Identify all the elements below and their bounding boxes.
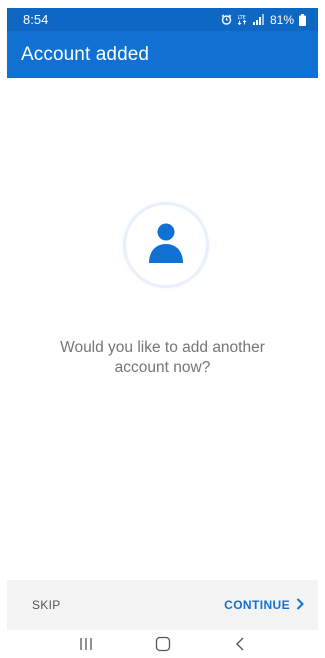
alarm-icon [221,14,232,25]
lte-icon: LTE [237,14,248,25]
add-account-prompt: Would you like to add another account no… [60,339,265,376]
status-time: 8:54 [23,12,49,27]
home-icon[interactable] [148,632,178,656]
battery-percent: 81% [269,12,294,27]
chevron-right-icon [296,597,304,613]
screen: 8:54 LTE 81% Account added Would you lik… [0,0,325,658]
continue-button[interactable]: CONTINUE [224,597,304,613]
action-bar: SKIP CONTINUE [7,580,318,630]
person-icon [147,221,185,270]
status-bar: 8:54 LTE 81% [7,8,318,31]
back-icon[interactable] [225,632,255,656]
page-title: Account added [21,43,150,65]
continue-label: CONTINUE [224,598,290,612]
status-icons: LTE 81% [221,13,306,27]
signal-icon [252,14,265,25]
app-bar: Account added [7,31,318,78]
battery-icon [299,13,306,26]
avatar [126,205,206,285]
skip-button[interactable]: SKIP [32,598,61,612]
system-nav-bar [7,630,318,658]
recent-apps-icon[interactable] [71,632,101,656]
